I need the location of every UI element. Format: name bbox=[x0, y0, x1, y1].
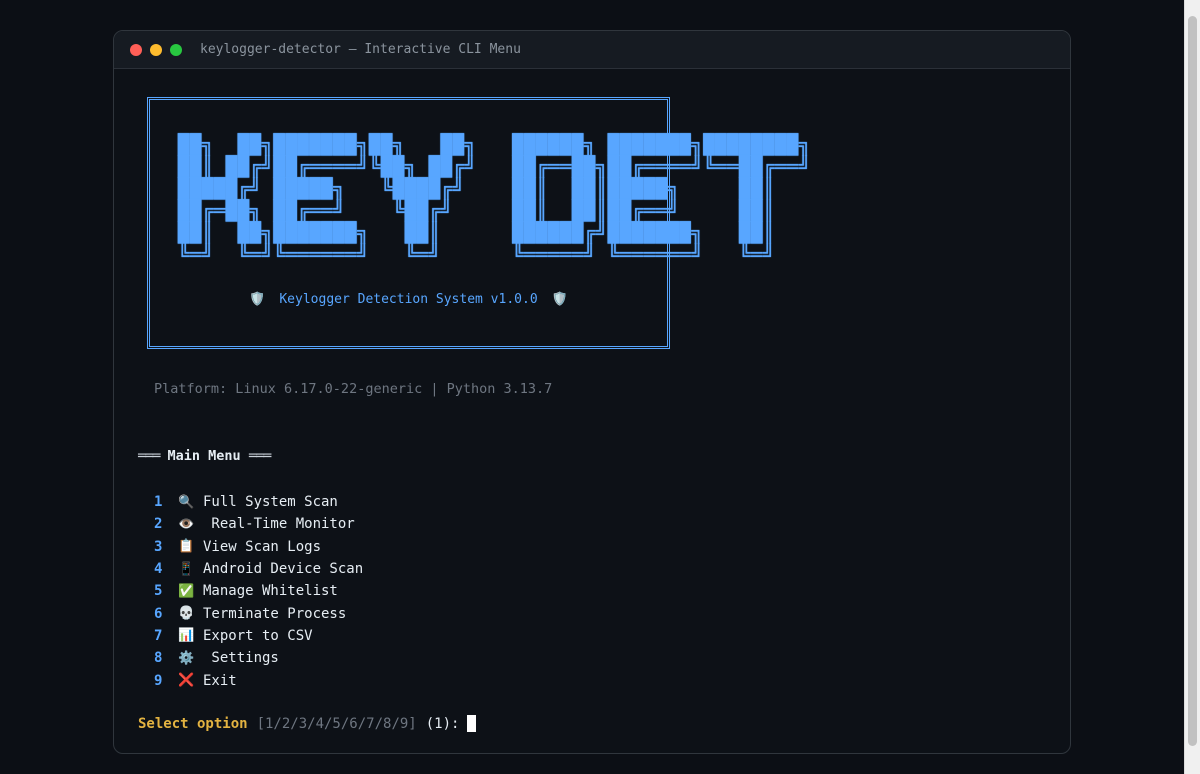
menu-item-number: 5 bbox=[154, 583, 163, 600]
menu-heading: ═══ Main Menu ═══ bbox=[138, 448, 271, 464]
menu-item-label: Android Device Scan bbox=[203, 561, 364, 578]
banner-subtitle: 🛡️ Keylogger Detection System v1.0.0 🛡️ bbox=[150, 292, 667, 307]
terminal-window: keylogger-detector — Interactive CLI Men… bbox=[113, 30, 1071, 754]
menu-item-label: Export to CSV bbox=[203, 627, 313, 644]
menu-item-number: 7 bbox=[154, 627, 163, 644]
menu-item-manage-whitelist[interactable]: 5 ✅ Manage Whitelist bbox=[154, 580, 363, 602]
clipboard-icon: 📋 bbox=[178, 539, 195, 555]
menu-item-real-time-monitor[interactable]: 2 👁️ Real-Time Monitor bbox=[154, 513, 363, 535]
menu-item-label: Real-Time Monitor bbox=[203, 516, 355, 533]
app-name-version: Keylogger Detection System v1.0.0 bbox=[279, 292, 538, 307]
menu-item-number: 9 bbox=[154, 672, 163, 689]
shield-icon: 🛡️ bbox=[249, 292, 266, 307]
menu-item-label: Exit bbox=[203, 672, 237, 689]
menu-item-label: View Scan Logs bbox=[203, 538, 322, 555]
shield-icon: 🛡️ bbox=[551, 292, 568, 307]
menu-item-android-device-scan[interactable]: 4 📱 Android Device Scan bbox=[154, 558, 363, 580]
bar-chart-icon: 📊 bbox=[178, 628, 195, 644]
prompt-choices: [1/2/3/4/5/6/7/8/9] bbox=[256, 715, 417, 732]
menu-item-export-to-csv[interactable]: 7 📊 Export to CSV bbox=[154, 625, 363, 647]
check-icon: ✅ bbox=[178, 583, 195, 599]
menu-item-number: 2 bbox=[154, 516, 163, 533]
gear-icon: ⚙️ bbox=[178, 650, 195, 666]
menu-item-full-system-scan[interactable]: 1 🔍 Full System Scan bbox=[154, 491, 363, 513]
platform-info: Platform: Linux 6.17.0-22-generic | Pyth… bbox=[154, 381, 553, 397]
scrollbar-thumb[interactable] bbox=[1188, 16, 1197, 746]
minimize-window-button[interactable] bbox=[150, 43, 162, 56]
cross-icon: ❌ bbox=[178, 673, 195, 689]
phone-icon: 📱 bbox=[178, 561, 195, 577]
window-title: keylogger-detector — Interactive CLI Men… bbox=[200, 42, 521, 57]
ascii-banner: ██╗ ██╗███████╗██╗ ██╗ ██████╗ ███████╗█… bbox=[147, 97, 810, 349]
menu-item-label: Terminate Process bbox=[203, 605, 347, 622]
menu-item-number: 4 bbox=[154, 561, 163, 578]
menu-title: Main Menu bbox=[167, 448, 241, 464]
heading-rule-right: ═══ bbox=[248, 448, 271, 464]
prompt-label: Select option bbox=[138, 715, 248, 732]
option-prompt[interactable]: Select option [1/2/3/4/5/6/7/8/9] (1): bbox=[138, 715, 477, 732]
menu-item-terminate-process[interactable]: 6 💀 Terminate Process bbox=[154, 602, 363, 624]
page-scrollbar[interactable] bbox=[1184, 0, 1200, 774]
menu-item-exit[interactable]: 9 ❌ Exit bbox=[154, 669, 363, 691]
menu-item-label: Manage Whitelist bbox=[203, 583, 338, 600]
skull-icon: 💀 bbox=[178, 606, 195, 622]
menu-item-number: 8 bbox=[154, 650, 163, 667]
menu-item-settings[interactable]: 8 ⚙️ Settings bbox=[154, 647, 363, 669]
menu-item-view-scan-logs[interactable]: 3 📋 View Scan Logs bbox=[154, 536, 363, 558]
ascii-logo: ██╗ ██╗███████╗██╗ ██╗ ██████╗ ███████╗█… bbox=[178, 134, 811, 266]
heading-rule-left: ═══ bbox=[138, 448, 160, 464]
prompt-default: (1): bbox=[425, 715, 460, 732]
main-menu: 1 🔍 Full System Scan 2 👁️ Real-Time Moni… bbox=[154, 491, 363, 692]
menu-item-number: 6 bbox=[154, 605, 163, 622]
magnifier-icon: 🔍 bbox=[178, 494, 195, 510]
maximize-window-button[interactable] bbox=[170, 43, 182, 56]
eye-icon: 👁️ bbox=[178, 516, 195, 532]
menu-item-number: 3 bbox=[154, 538, 163, 555]
menu-item-number: 1 bbox=[154, 494, 163, 511]
title-bar: keylogger-detector — Interactive CLI Men… bbox=[114, 31, 1070, 69]
menu-item-label: Full System Scan bbox=[203, 494, 338, 511]
close-window-button[interactable] bbox=[130, 43, 142, 56]
menu-item-label: Settings bbox=[203, 650, 279, 667]
text-cursor[interactable] bbox=[467, 715, 477, 732]
